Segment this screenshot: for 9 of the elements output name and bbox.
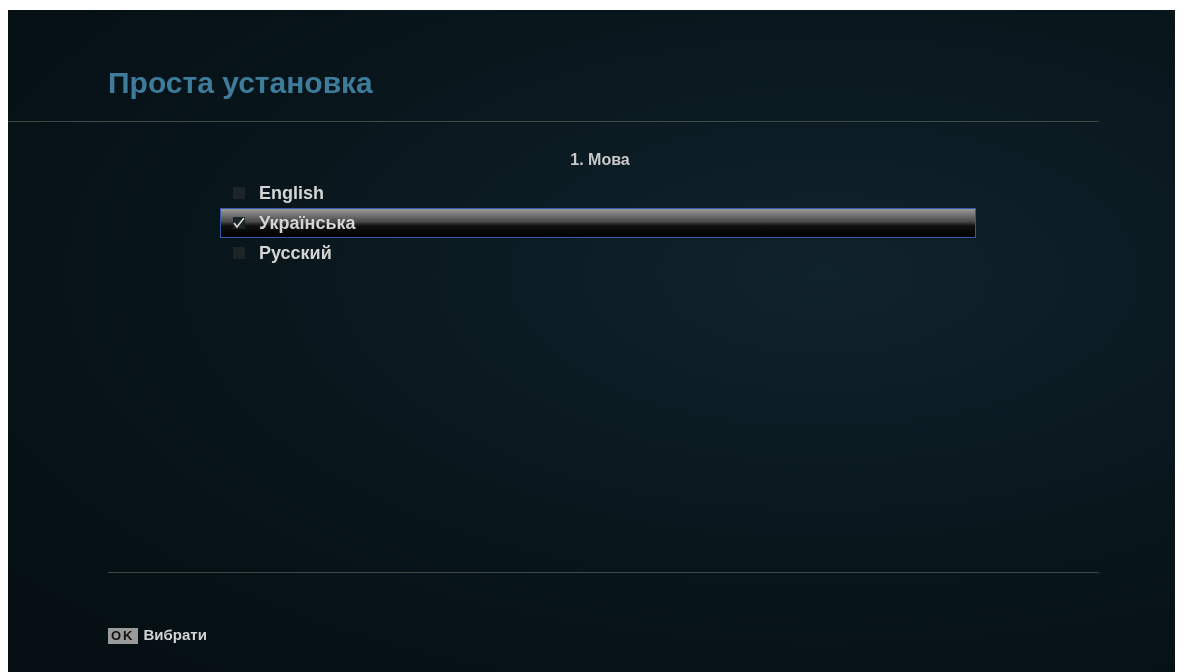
- language-option[interactable]: Українська: [220, 208, 976, 238]
- checkbox[interactable]: [233, 217, 245, 229]
- language-option[interactable]: Русский: [220, 238, 976, 268]
- page-title: Проста установка: [108, 68, 374, 98]
- check-icon: [233, 217, 245, 229]
- step-title: 1. Мова: [569, 150, 631, 170]
- language-option[interactable]: English: [220, 178, 976, 208]
- select-hint: Вибрати: [143, 625, 207, 646]
- ok-key-icon: OK: [108, 627, 138, 644]
